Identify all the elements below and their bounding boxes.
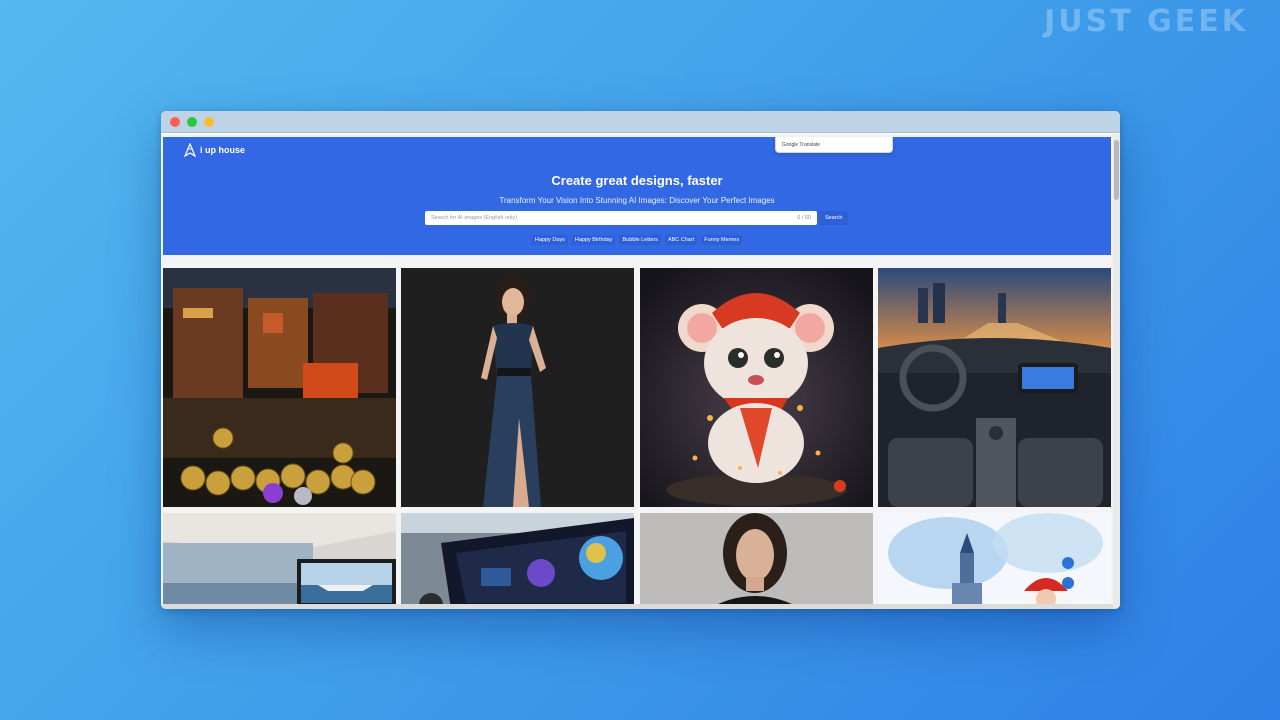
vertical-scrollbar[interactable]	[1113, 134, 1120, 609]
woman-blue-dress-image[interactable]	[401, 268, 634, 507]
google-translate-label: Google Translate	[782, 142, 821, 148]
search-char-counter: 0 / 50	[797, 215, 811, 221]
page-viewport: i up house Google Translate Create great…	[161, 134, 1113, 609]
suggested-tags: Happy Days Happy Birthday Bubble Letters…	[163, 235, 1111, 245]
window-titlebar	[161, 111, 1120, 133]
watermark-logo: JUST GEEK	[1044, 4, 1248, 39]
tag-happy-days[interactable]: Happy Days	[531, 235, 568, 245]
close-window-button[interactable]	[170, 117, 180, 127]
browser-window: i up house Google Translate Create great…	[161, 111, 1120, 609]
search-placeholder: Search for AI images (English only)	[431, 215, 517, 221]
cartoon-mouse-image[interactable]	[640, 268, 873, 507]
page-subtitle: Transform Your Vision Into Stunning AI I…	[499, 196, 775, 205]
horizontal-scrollbar[interactable]	[161, 604, 1113, 609]
page-title: Create great designs, faster	[551, 173, 723, 188]
search-input[interactable]: Search for AI images (English only) 0 / …	[425, 211, 817, 225]
crypto-market-image[interactable]	[163, 268, 396, 507]
search-bar: Search for AI images (English only) 0 / …	[425, 211, 849, 225]
tag-funny-memes[interactable]: Funny Memes	[701, 235, 743, 245]
scrollbar-thumb[interactable]	[1114, 140, 1119, 200]
logo-text: i up house	[200, 145, 245, 155]
logo-icon	[183, 143, 197, 157]
tag-bubble-letters[interactable]: Bubble Letters	[619, 235, 661, 245]
hero-banner: i up house Google Translate Create great…	[163, 137, 1111, 255]
winter-castle-image[interactable]	[878, 513, 1111, 609]
tag-happy-birthday[interactable]: Happy Birthday	[571, 235, 616, 245]
minimize-window-button[interactable]	[204, 117, 214, 127]
yacht-screen-image[interactable]	[163, 513, 396, 609]
tag-abc-chart[interactable]: ABC Chart	[664, 235, 698, 245]
maximize-window-button[interactable]	[187, 117, 197, 127]
dashboard-screen-image[interactable]	[401, 513, 634, 609]
google-translate-widget[interactable]: Google Translate	[775, 137, 893, 153]
woman-portrait-image[interactable]	[640, 513, 873, 609]
car-interior-image[interactable]	[878, 268, 1111, 507]
site-logo[interactable]: i up house	[183, 143, 245, 157]
search-button[interactable]: Search	[819, 211, 849, 225]
